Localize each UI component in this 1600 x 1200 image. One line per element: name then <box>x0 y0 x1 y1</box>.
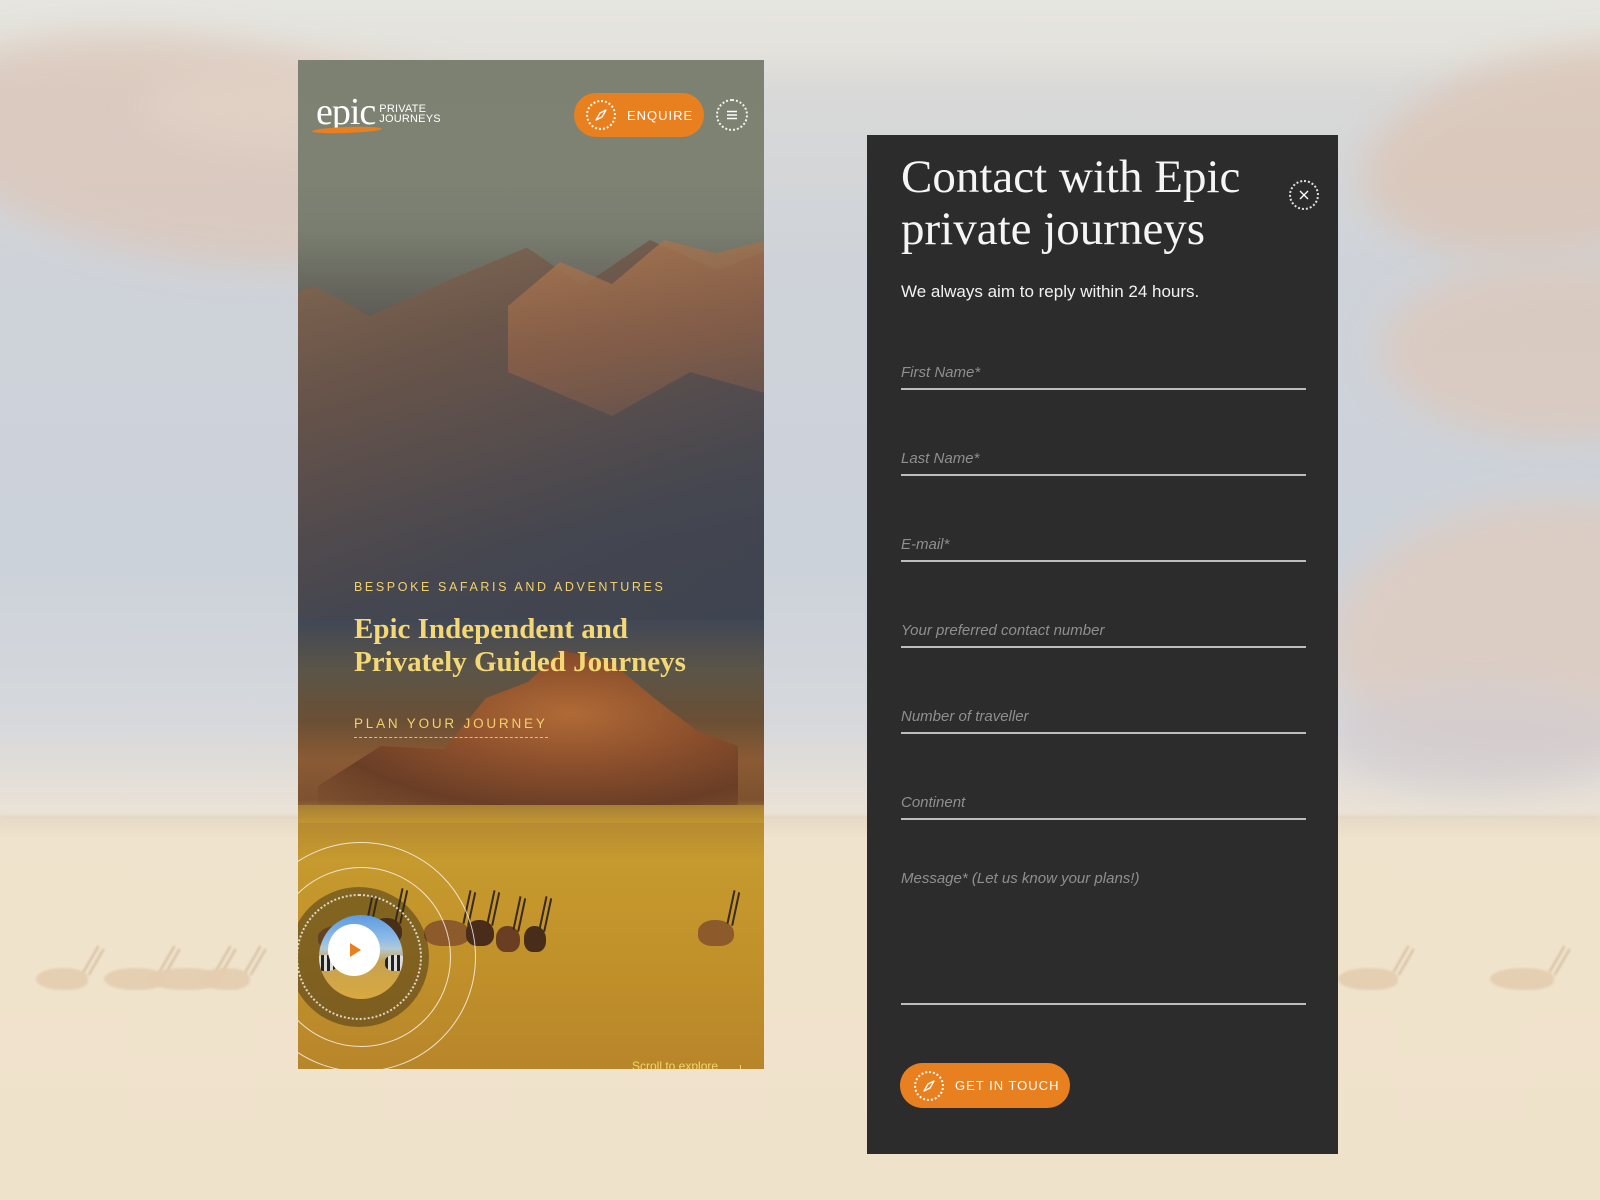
compass-icon <box>914 1070 944 1101</box>
background-landscape <box>0 0 1600 1200</box>
logo-subtitle-line2: JOURNEYS <box>379 113 441 125</box>
thumbnail-zebra <box>385 955 403 971</box>
hero-oryx <box>466 920 494 946</box>
menu-icon <box>727 110 737 120</box>
background-plain <box>0 818 1600 1200</box>
play-button[interactable] <box>328 924 380 976</box>
close-icon <box>1299 190 1309 200</box>
logo-wordmark: epic <box>316 91 376 133</box>
message-textarea[interactable] <box>901 869 1306 1005</box>
hero-eyebrow: BESPOKE SAFARIS AND ADVENTURES <box>354 580 666 594</box>
menu-button[interactable] <box>716 99 748 131</box>
background-oryx <box>1490 968 1554 990</box>
hero-title-line2: Privately Guided Journeys <box>354 646 686 678</box>
play-icon <box>350 943 361 957</box>
contact-title-line1: Contact with Epic <box>901 151 1241 203</box>
hero-oryx <box>496 926 520 952</box>
email-input[interactable] <box>901 522 1306 562</box>
hero-grassland-edge <box>298 805 764 823</box>
background-oryx <box>1338 968 1398 990</box>
hero-oryx <box>424 920 470 946</box>
enquire-label: ENQUIRE <box>627 107 694 123</box>
brand-logo[interactable]: epic PRIVATE JOURNEYS <box>311 91 441 135</box>
get-in-touch-label: GET IN TOUCH <box>955 1078 1060 1093</box>
scroll-hint: Scroll to explore <box>632 1059 719 1069</box>
background-oryx <box>200 968 250 990</box>
hero-oryx <box>698 920 734 946</box>
traveller-count-input[interactable] <box>901 694 1306 734</box>
scroll-indicator-line <box>740 1065 741 1069</box>
background-oryx <box>36 968 88 990</box>
contact-title: Contact with Epic private journeys <box>901 151 1281 255</box>
plan-journey-link[interactable]: PLAN YOUR JOURNEY <box>354 716 548 738</box>
enquire-button[interactable]: ENQUIRE <box>574 93 704 137</box>
contact-subtitle: We always aim to reply within 24 hours. <box>901 282 1200 301</box>
first-name-input[interactable] <box>901 350 1306 390</box>
contact-number-input[interactable] <box>901 608 1306 648</box>
logo-subtitle: PRIVATE JOURNEYS <box>379 104 441 125</box>
compass-icon <box>586 100 616 130</box>
mobile-hero-mockup: epic PRIVATE JOURNEYS ENQUIRE BESPOKE SA… <box>298 60 764 1069</box>
close-button[interactable] <box>1289 180 1319 210</box>
contact-form-panel: Contact with Epic private journeys We al… <box>867 135 1338 1154</box>
hero-title-line1: Epic Independent and <box>354 613 628 645</box>
contact-title-line2: private journeys <box>901 203 1206 255</box>
hero-title: Epic Independent and Privately Guided Jo… <box>354 613 754 679</box>
get-in-touch-button[interactable]: GET IN TOUCH <box>900 1063 1070 1108</box>
hero-oryx <box>524 926 546 952</box>
continent-input[interactable] <box>901 780 1306 820</box>
last-name-input[interactable] <box>901 436 1306 476</box>
